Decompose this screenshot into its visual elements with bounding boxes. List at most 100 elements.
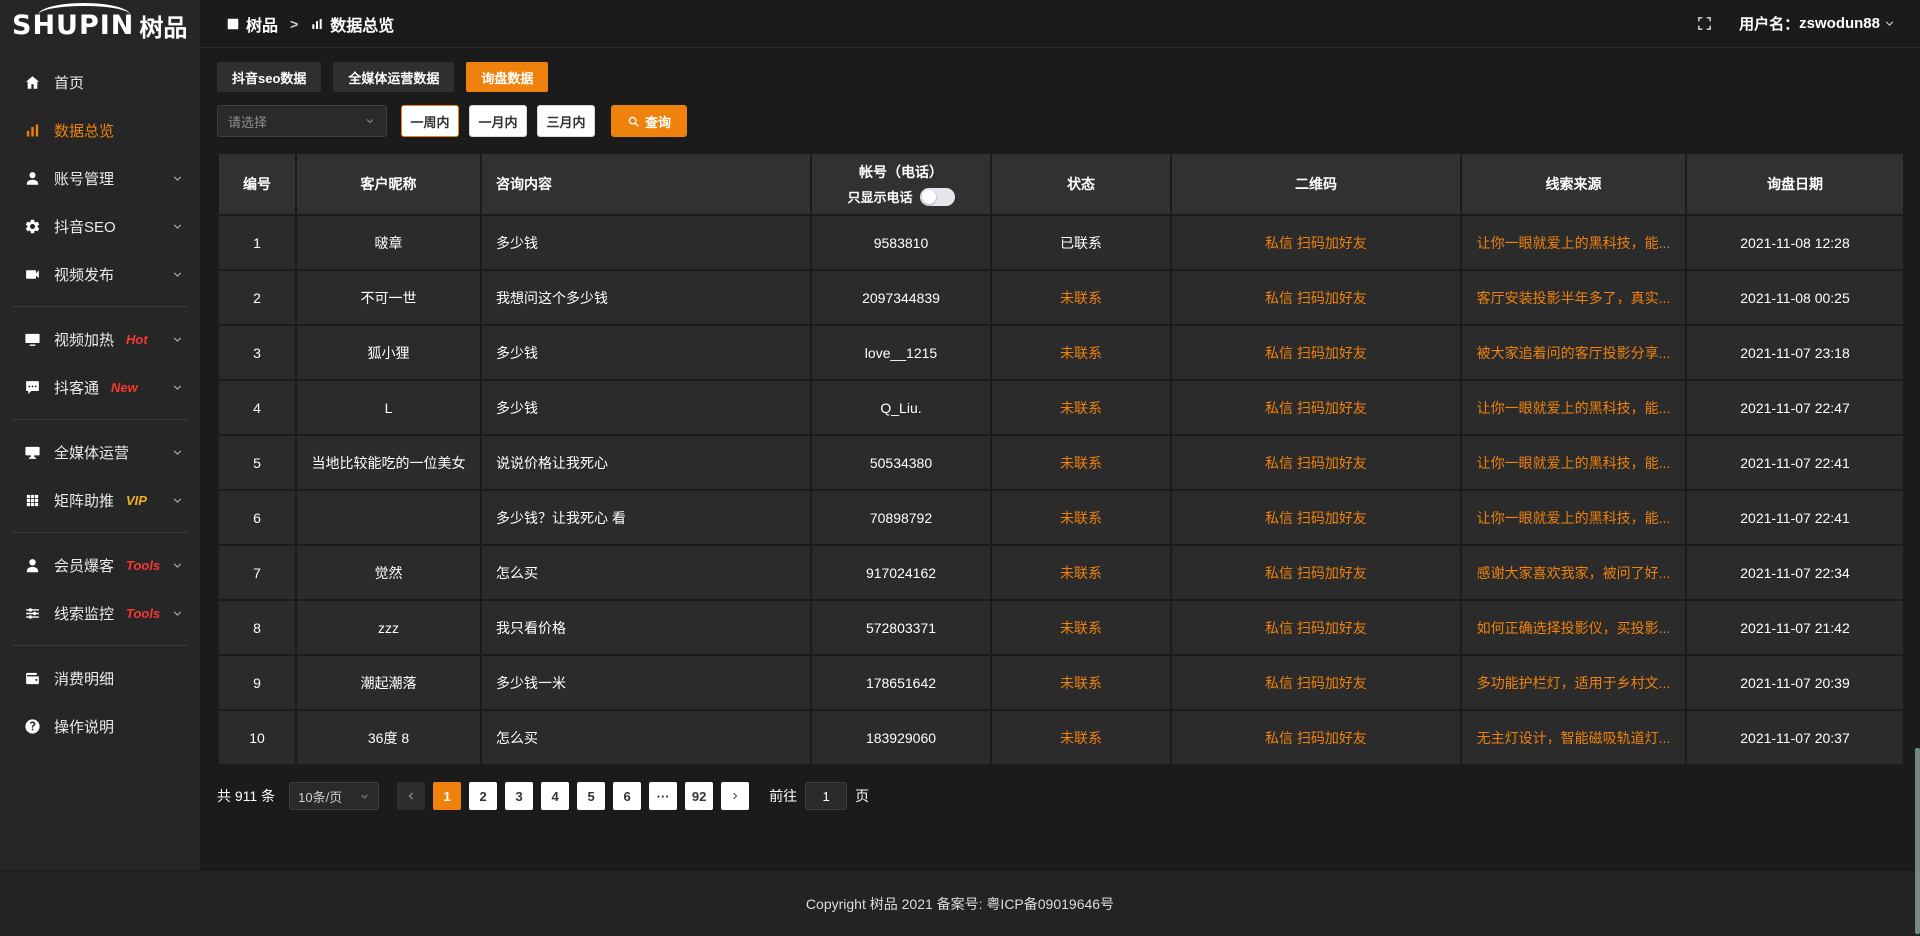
cell-no: 3 xyxy=(218,325,296,380)
sidebar-item-label: 线索监控 xyxy=(54,603,114,624)
cell-qr[interactable]: 私信 扫码加好友 xyxy=(1171,435,1461,490)
cell-no: 8 xyxy=(218,600,296,655)
tv-icon xyxy=(24,331,41,348)
sidebar-item-badge: Tools xyxy=(126,606,160,621)
cell-source[interactable]: 如何正确选择投影仪，买投影... xyxy=(1461,600,1686,655)
cell-qr[interactable]: 私信 扫码加好友 xyxy=(1171,215,1461,270)
cell-source[interactable]: 客厅安装投影半年多了，真实... xyxy=(1461,270,1686,325)
filter-select[interactable]: 请选择 xyxy=(217,105,387,137)
main-area: 树品 > 数据总览 用户名： zswodun88 抖音seo数据全媒体运营数据询… xyxy=(200,0,1920,870)
cell-source[interactable]: 让你一眼就爱上的黑科技，能... xyxy=(1461,380,1686,435)
prev-page-button[interactable] xyxy=(397,782,425,810)
sidebar-item-label: 抖音SEO xyxy=(54,216,116,237)
cell-source[interactable]: 多功能护栏灯，适用于乡村文... xyxy=(1461,655,1686,710)
cell-status: 未联系 xyxy=(991,435,1171,490)
account-header-label: 帐号（电话） xyxy=(812,162,990,182)
goto-label: 前往 xyxy=(769,786,797,806)
period-button[interactable]: 一周内 xyxy=(401,105,459,137)
cell-source[interactable]: 让你一眼就爱上的黑科技，能... xyxy=(1461,490,1686,545)
phone-only-toggle[interactable] xyxy=(920,188,955,206)
tab-omnimedia-data[interactable]: 全媒体运营数据 xyxy=(333,62,454,92)
period-button[interactable]: 三月内 xyxy=(537,105,595,137)
question-icon xyxy=(24,718,41,735)
tab-douyin-seo-data[interactable]: 抖音seo数据 xyxy=(217,62,321,92)
cell-status: 未联系 xyxy=(991,655,1171,710)
grid-icon xyxy=(24,492,41,509)
cell-account: 183929060 xyxy=(811,710,991,765)
app-root: SHUPIN 树品 首页数据总览账号管理抖音SEO视频发布视频加热Hot抖客通N… xyxy=(0,0,1920,870)
sidebar-item-label: 首页 xyxy=(54,72,84,93)
page-ellipsis[interactable]: ··· xyxy=(649,782,677,810)
sidebar-item-douyin-seo[interactable]: 抖音SEO xyxy=(0,202,200,250)
cell-date: 2021-11-07 22:47 xyxy=(1686,380,1904,435)
page-button-6[interactable]: 6 xyxy=(613,782,641,810)
cell-content: 怎么买 xyxy=(481,710,811,765)
page-button-1[interactable]: 1 xyxy=(433,782,461,810)
cell-account: 2097344839 xyxy=(811,270,991,325)
page-button-4[interactable]: 4 xyxy=(541,782,569,810)
sidebar-item-video-heat[interactable]: 视频加热 Hot xyxy=(0,315,200,363)
cell-qr[interactable]: 私信 扫码加好友 xyxy=(1171,655,1461,710)
sidebar-item-badge: Hot xyxy=(126,332,148,347)
cell-no: 7 xyxy=(218,545,296,600)
query-button[interactable]: 查询 xyxy=(611,105,687,137)
cell-nickname: 36度 8 xyxy=(296,710,481,765)
cell-account: 50534380 xyxy=(811,435,991,490)
breadcrumb-label: 数据总览 xyxy=(330,12,394,36)
tab-inquiry-data[interactable]: 询盘数据 xyxy=(466,62,548,92)
scrollbar-thumb[interactable] xyxy=(1915,748,1920,934)
sidebar-item-member-baoke[interactable]: 会员爆客Tools xyxy=(0,541,200,589)
sidebar-item-matrix-boost[interactable]: 矩阵助推VIP xyxy=(0,476,200,524)
cell-qr[interactable]: 私信 扫码加好友 xyxy=(1171,380,1461,435)
page-button-5[interactable]: 5 xyxy=(577,782,605,810)
query-label: 查询 xyxy=(645,112,671,131)
sidebar-item-video-publish[interactable]: 视频发布 xyxy=(0,250,200,298)
cell-date: 2021-11-07 22:41 xyxy=(1686,435,1904,490)
logo-arc xyxy=(38,3,130,15)
page-button-92[interactable]: 92 xyxy=(685,782,713,810)
cell-source[interactable]: 感谢大家喜欢我家，被问了好... xyxy=(1461,545,1686,600)
sidebar-item-home[interactable]: 首页 xyxy=(0,58,200,106)
cell-source[interactable]: 被大家追着问的客厅投影分享... xyxy=(1461,325,1686,380)
cell-qr[interactable]: 私信 扫码加好友 xyxy=(1171,600,1461,655)
breadcrumb-item-data-overview[interactable]: 数据总览 xyxy=(310,12,394,36)
sidebar-item-lead-monitor[interactable]: 线索监控 Tools xyxy=(0,589,200,637)
next-page-button[interactable] xyxy=(721,782,749,810)
sidebar-item-operation-guide[interactable]: 操作说明 xyxy=(0,702,200,750)
sidebar-item-badge: Tools xyxy=(126,558,160,573)
sidebar-item-consume-detail[interactable]: 消费明细 xyxy=(0,654,200,702)
chat-icon xyxy=(24,379,41,396)
sidebar-divider xyxy=(12,532,188,533)
chevron-down-icon xyxy=(171,172,184,185)
monitor-icon xyxy=(24,444,41,461)
page-button-2[interactable]: 2 xyxy=(469,782,497,810)
cell-qr[interactable]: 私信 扫码加好友 xyxy=(1171,545,1461,600)
cell-content: 多少钱 xyxy=(481,380,811,435)
page-size-select[interactable]: 10条/页 xyxy=(289,782,379,810)
cell-date: 2021-11-07 20:39 xyxy=(1686,655,1904,710)
wallet-icon xyxy=(24,670,41,687)
sidebar-item-account-mgmt[interactable]: 账号管理 xyxy=(0,154,200,202)
sidebar-item-doukertong[interactable]: 抖客通New xyxy=(0,363,200,411)
page-button-3[interactable]: 3 xyxy=(505,782,533,810)
username-value: zswodun88 xyxy=(1799,15,1880,32)
sidebar-item-data-overview[interactable]: 数据总览 xyxy=(0,106,200,154)
cell-qr[interactable]: 私信 扫码加好友 xyxy=(1171,490,1461,545)
cell-qr[interactable]: 私信 扫码加好友 xyxy=(1171,325,1461,380)
sidebar-item-label: 视频加热 xyxy=(54,329,114,350)
cell-qr[interactable]: 私信 扫码加好友 xyxy=(1171,710,1461,765)
cell-source[interactable]: 无主灯设计，智能磁吸轨道灯... xyxy=(1461,710,1686,765)
cell-source[interactable]: 让你一眼就爱上的黑科技，能... xyxy=(1461,435,1686,490)
goto-page-input[interactable] xyxy=(805,782,847,810)
fullscreen-icon[interactable] xyxy=(1696,15,1713,32)
period-button[interactable]: 一月内 xyxy=(469,105,527,137)
pagination: 共 911 条 10条/页 123456···92 前往 页 xyxy=(217,782,1905,810)
breadcrumb-item-shupin[interactable]: 树品 xyxy=(226,12,278,36)
sidebar-item-label: 矩阵助推 xyxy=(54,490,114,511)
table-header-row: 编号客户昵称咨询内容帐号（电话）只显示电话状态二维码线索来源询盘日期 xyxy=(218,153,1904,215)
cell-source[interactable]: 让你一眼就爱上的黑科技，能... xyxy=(1461,215,1686,270)
chevron-down-icon xyxy=(171,607,184,620)
cell-qr[interactable]: 私信 扫码加好友 xyxy=(1171,270,1461,325)
user-menu[interactable]: 用户名： zswodun88 xyxy=(1739,13,1896,34)
sidebar-item-omnimedia[interactable]: 全媒体运营 xyxy=(0,428,200,476)
